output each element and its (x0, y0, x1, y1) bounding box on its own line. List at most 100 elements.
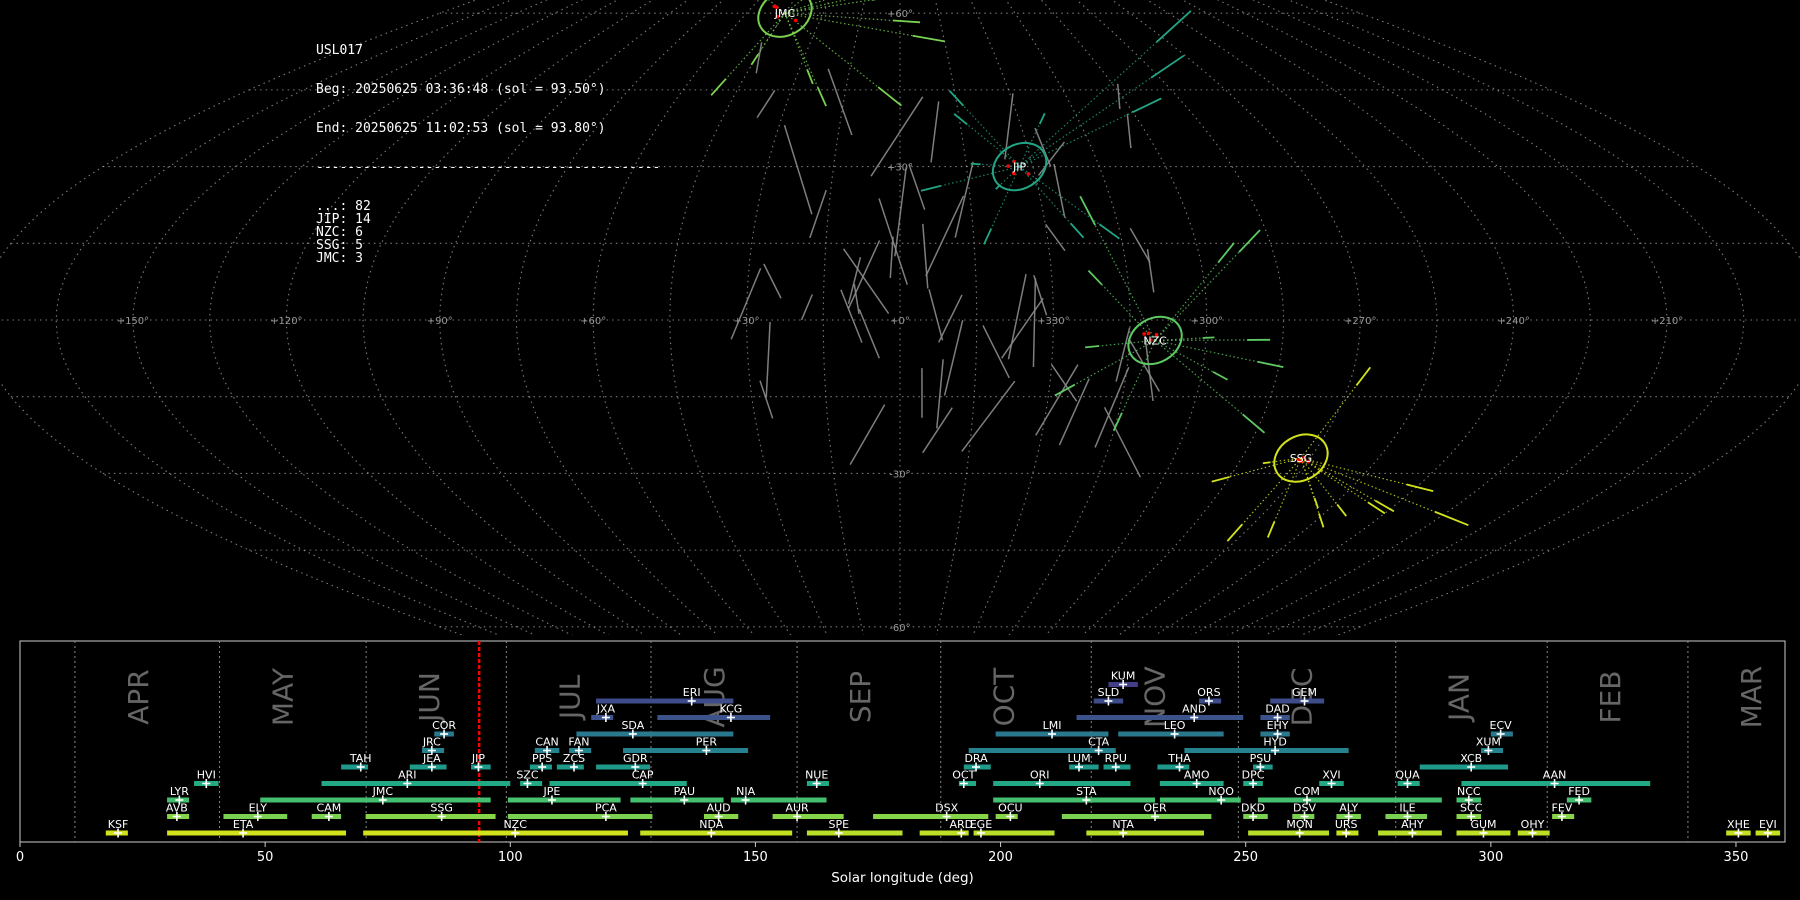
shower-label: PPS (532, 752, 552, 765)
radiant-jmc: JMC (757, 0, 813, 38)
shower-bar-pau: PAU (630, 785, 724, 805)
shower-track-segment (1150, 54, 1185, 79)
shower-bar-sld: SLD (1093, 686, 1124, 706)
shower-track-segment (970, 162, 981, 166)
shower-label: ETA (233, 818, 254, 831)
shower-label: AUD (707, 802, 731, 815)
x-tick-label: 300 (1478, 850, 1503, 865)
shower-label: OHY (1521, 818, 1545, 831)
shower-label: ZCS (563, 752, 585, 765)
shower-bar-gum: GUM (1456, 818, 1511, 838)
shower-bar-cor: COR (432, 719, 456, 739)
shower-bar (507, 797, 621, 803)
radiant-label: SSG (1290, 452, 1313, 465)
shower-label: PSU (1250, 752, 1272, 765)
shower-label: AHY (1401, 818, 1424, 831)
shower-track-segment (1242, 413, 1266, 434)
shower-label: HYD (1263, 736, 1286, 749)
shower-bar (968, 748, 1116, 753)
x-tick-label: 50 (257, 850, 274, 865)
shower-label: XVI (1322, 769, 1340, 782)
shower-track-segment (806, 69, 814, 85)
meridian-line (1111, 0, 1361, 635)
shower-label: CAN (535, 736, 558, 749)
shower-bar-ehy: EHY (1260, 719, 1290, 739)
shower-bar-mon: MON (1248, 818, 1330, 838)
shower-track-segment (1355, 366, 1372, 387)
shower-bar-ors: ORS (1197, 686, 1222, 706)
shower-label: DRA (964, 752, 988, 765)
shower-bar-lum: LUM (1067, 752, 1099, 772)
shower-bar (973, 830, 1055, 836)
shower-bar-gdr: GDR (596, 752, 651, 772)
meridian-line (55, 0, 513, 635)
shower-label: DPC (1242, 769, 1265, 782)
sporadic-track (783, 124, 813, 215)
month-label: APR (122, 669, 155, 725)
shower-label: DSV (1293, 802, 1316, 815)
shower-track-segment (877, 86, 902, 107)
shower-bar (1076, 715, 1244, 720)
shower-bar-dra: DRA (963, 752, 991, 772)
shower-bar-ssg: SSG (365, 802, 496, 821)
shower-bar (806, 830, 903, 836)
shower-bar-noo: NOO (1159, 785, 1241, 805)
sporadic-track (840, 289, 863, 343)
shower-track-segment (1132, 97, 1162, 113)
shower-bar-per: PER (623, 736, 749, 755)
x-tick-label: 200 (988, 850, 1013, 865)
x-axis-label: Solar longitude (deg) (831, 870, 974, 886)
shower-label: TAH (349, 752, 372, 765)
shower-bar-ege: EGE (970, 818, 1055, 838)
shower-track-segment (1406, 483, 1434, 493)
shower-label: JIP (471, 752, 485, 765)
shower-bar-cam: CAM (311, 802, 341, 821)
shower-bar-ohy: OHY (1517, 818, 1550, 838)
shower-bar (1257, 797, 1442, 803)
shower-label: JPE (543, 785, 561, 798)
shower-label: OER (1143, 802, 1167, 815)
radiant-label: NZC (1143, 334, 1167, 347)
radiant-point (1006, 164, 1011, 168)
shower-bar-qua: QUA (1395, 769, 1420, 788)
sporadic-track (936, 359, 944, 429)
shower-label: AVB (166, 802, 188, 815)
shower-label: ARI (398, 769, 416, 782)
shower-label: ECV (1490, 719, 1513, 732)
meridian-line (1251, 0, 1668, 635)
shower-bar-nue: NUE (805, 769, 829, 788)
shower-bar-xvi: XVI (1319, 769, 1344, 788)
shower-bar-ile: ILE (1385, 802, 1428, 821)
meridian-line (746, 0, 830, 635)
shower-label: GDR (623, 752, 648, 765)
shower-bar-hvi: HVI (194, 769, 219, 788)
meridian-line (1075, 0, 1285, 635)
shower-label: CTA (1088, 736, 1110, 749)
month-label: MAY (267, 667, 300, 726)
shower-bar-dsv: DSV (1292, 802, 1316, 821)
shower-track-segment (1313, 497, 1319, 509)
shower-bar-aan: AAN (1461, 769, 1651, 788)
shower-bar-oct: OCT (952, 769, 977, 788)
sporadic-track (954, 161, 974, 238)
sporadic-track (1115, 327, 1131, 382)
shower-label: FAN (568, 736, 589, 749)
month-label: JAN (1443, 673, 1476, 723)
shower-bar-evi: EVI (1755, 818, 1781, 838)
shower-label: COR (432, 719, 456, 732)
shower-bar-szc: SZC (516, 769, 543, 788)
parallel-label: -30° (889, 469, 910, 480)
shower-bar-cap: CAP (549, 769, 687, 788)
shower-track-segment (1318, 513, 1325, 528)
shower-label: THA (1167, 752, 1191, 765)
meridian-line (515, 0, 725, 635)
shower-label: RPU (1105, 752, 1127, 765)
x-tick-label: 250 (1233, 850, 1258, 865)
month-label: MAR (1735, 666, 1768, 729)
shower-bar (321, 781, 511, 786)
shower-bar-kum: KUM (1108, 670, 1138, 689)
shower-bar (640, 830, 793, 836)
shower-track-segment (1212, 371, 1228, 381)
shower-bar (1270, 698, 1325, 704)
shower-bar (623, 748, 749, 753)
